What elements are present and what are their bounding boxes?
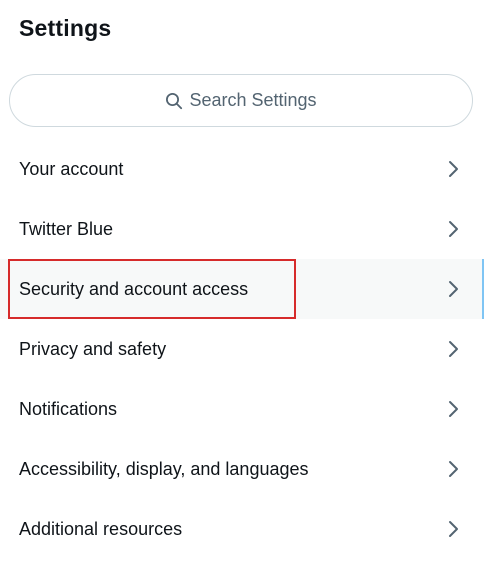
menu-item-twitter-blue[interactable]: Twitter Blue <box>0 199 484 259</box>
search-input[interactable]: Search Settings <box>9 74 473 127</box>
menu-item-label: Notifications <box>19 398 118 419</box>
page-title: Settings <box>19 15 112 41</box>
menu-item-security-and-account-access[interactable]: Security and account access <box>0 259 484 319</box>
menu-item-additional-resources[interactable]: Additional resources <box>0 499 484 559</box>
menu-item-label: Twitter Blue <box>19 218 114 239</box>
chevron-right-icon <box>444 519 462 539</box>
chevron-right-icon <box>444 279 462 299</box>
settings-menu: Your account Twitter Blue Security and a… <box>0 139 484 559</box>
search-placeholder: Search Settings <box>189 90 317 110</box>
chevron-right-icon <box>444 459 462 479</box>
chevron-right-icon <box>444 399 462 419</box>
menu-item-label: Additional resources <box>19 518 183 539</box>
chevron-right-icon <box>444 219 462 239</box>
menu-item-label: Accessibility, display, and languages <box>19 458 309 479</box>
menu-item-your-account[interactable]: Your account <box>0 139 484 199</box>
menu-item-notifications[interactable]: Notifications <box>0 379 484 439</box>
search-icon <box>165 92 183 110</box>
menu-item-label: Security and account access <box>19 278 249 299</box>
chevron-right-icon <box>444 339 462 359</box>
menu-item-privacy-and-safety[interactable]: Privacy and safety <box>0 319 484 379</box>
menu-item-label: Your account <box>19 158 124 179</box>
chevron-right-icon <box>444 159 462 179</box>
menu-item-accessibility-display-languages[interactable]: Accessibility, display, and languages <box>0 439 484 499</box>
menu-item-label: Privacy and safety <box>19 338 167 359</box>
